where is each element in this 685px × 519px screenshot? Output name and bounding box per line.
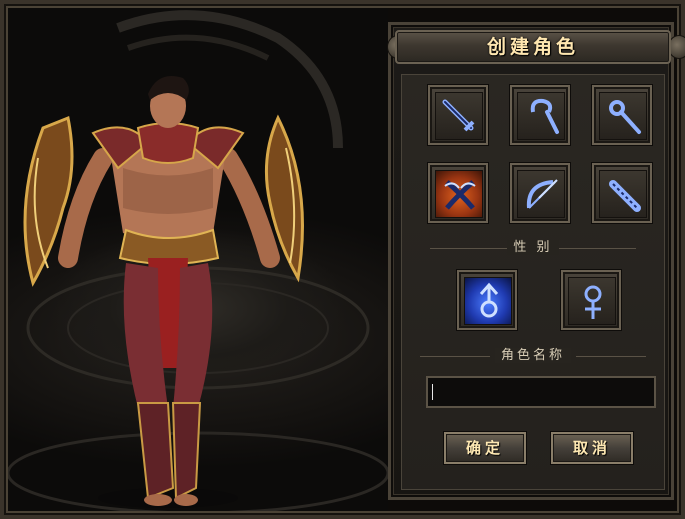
scepter-icon (609, 100, 641, 134)
class-slot-bow[interactable] (510, 163, 570, 223)
class-slot-sword[interactable] (428, 85, 488, 145)
gender-section-header: 性 别 (410, 240, 656, 255)
dialog-title: 创建角色 (395, 30, 671, 64)
gender-option-female[interactable] (561, 270, 621, 330)
bow-icon (526, 179, 558, 209)
name-section-header: 角色名称 (410, 348, 656, 363)
class-slot-twin-blades[interactable] (428, 163, 488, 223)
gauntlet-icon (609, 180, 641, 212)
class-slot-scepter[interactable] (592, 85, 652, 145)
class-slot-hook-staff[interactable] (510, 85, 570, 145)
character-name-input[interactable] (426, 376, 656, 408)
text-caret (432, 384, 433, 400)
gender-option-male[interactable] (457, 270, 517, 330)
sword-icon (442, 99, 475, 132)
character-model (23, 76, 304, 508)
male-symbol-icon (479, 282, 499, 318)
twin-blades-icon (444, 180, 476, 210)
confirm-button[interactable]: 确定 (444, 432, 526, 464)
female-symbol-icon (584, 285, 602, 319)
class-slot-gauntlet[interactable] (592, 163, 652, 223)
character-preview (8, 8, 388, 511)
hook-staff-icon (530, 98, 559, 134)
cancel-button[interactable]: 取消 (551, 432, 633, 464)
gender-label: 性 别 (507, 240, 559, 255)
name-label: 角色名称 (494, 348, 571, 363)
